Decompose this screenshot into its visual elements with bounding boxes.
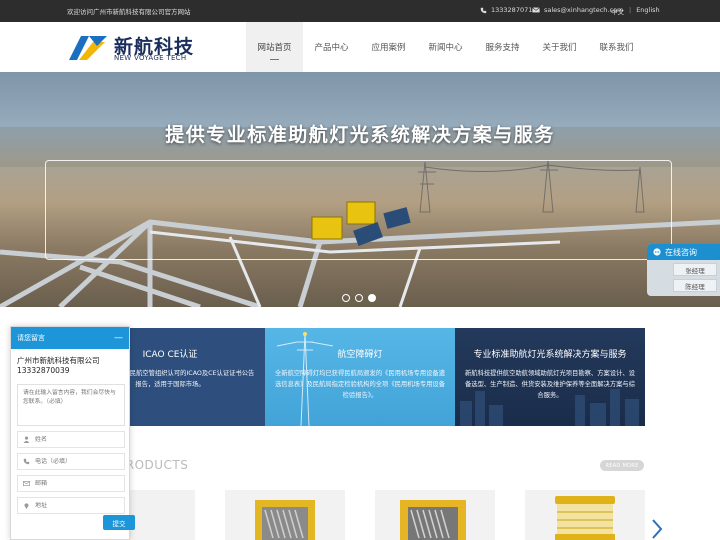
topbar-email[interactable]: sales@xinhangtech.com <box>532 6 623 14</box>
email-field[interactable] <box>17 475 125 492</box>
city-skyline-graphic <box>460 389 639 426</box>
location-pin-icon <box>24 503 29 509</box>
lang-english[interactable]: English <box>636 6 659 16</box>
manager-zhang-button[interactable]: 张经理 <box>673 263 717 276</box>
nav-item-7[interactable]: 联系我们 <box>588 22 645 72</box>
logo-name-en: NEW VOYAGE TECH <box>114 54 187 62</box>
nav-item-6[interactable]: 关于我们 <box>531 22 588 72</box>
feature-title: 专业标准助航灯光系统解决方案与服务 <box>473 350 627 360</box>
nav-item-4[interactable]: 新闻中心 <box>417 22 474 72</box>
nav-item-1[interactable]: 网站首页 <box>246 22 303 72</box>
slider-dot[interactable] <box>355 294 363 302</box>
name-input[interactable] <box>35 436 115 443</box>
main-nav: 网站首页 产品中心 应用案例 新闻中心 服务支持 关于我们 联系我们 <box>246 22 645 72</box>
phone-number: 13332870716 <box>491 6 537 14</box>
phone-input[interactable] <box>35 458 115 465</box>
hero-banner: 提供专业标准助航灯光系统解决方案与服务 <box>0 72 720 307</box>
user-icon <box>23 436 30 443</box>
leave-message-header: 请您留言 — <box>11 327 129 349</box>
chat-bubble-icon <box>653 248 661 256</box>
address-input[interactable] <box>35 502 115 509</box>
mail-icon <box>23 481 30 486</box>
product-image <box>400 500 466 540</box>
chevron-right-icon[interactable] <box>650 518 664 540</box>
product-image <box>555 496 615 540</box>
email-input[interactable] <box>35 480 115 487</box>
read-more-button[interactable]: READ MORE <box>600 460 644 471</box>
slider-dot[interactable] <box>342 294 350 302</box>
phone-icon <box>480 7 487 13</box>
phone-icon <box>23 458 30 465</box>
lang-separator: | <box>629 6 632 14</box>
feature-solutions[interactable]: 专业标准助航灯光系统解决方案与服务 新航科技提供航空助航领域助航灯光项目勘察、方… <box>455 328 645 426</box>
mail-icon <box>532 7 540 13</box>
minimize-icon[interactable]: — <box>114 333 123 343</box>
product-card[interactable] <box>525 490 645 540</box>
online-consult-panel: 在线咨询 张经理 陈经理 <box>647 244 720 296</box>
nav-item-3[interactable]: 应用案例 <box>360 22 417 72</box>
slider-dots <box>342 294 376 302</box>
company-phone: 13332870039 <box>17 366 70 375</box>
tower-silhouette-icon <box>276 332 334 426</box>
product-card[interactable] <box>225 490 345 540</box>
address-field[interactable] <box>17 497 125 514</box>
nav-item-2[interactable]: 产品中心 <box>303 22 360 72</box>
phone-field[interactable] <box>17 453 125 470</box>
feature-panels: ICAO CE认证 我司产品均通过民航空管组织认可的ICAO及CE认证证书公告报… <box>75 328 645 426</box>
nav-item-5[interactable]: 服务支持 <box>474 22 531 72</box>
slider-dot-active[interactable] <box>368 294 376 302</box>
name-field[interactable] <box>17 431 125 448</box>
message-content-input[interactable] <box>17 384 125 426</box>
feature-obstruction-light[interactable]: 航空障碍灯 全新航空障碍灯均已获得民航局颁发的《民用机场专用设备遴选信息表》及民… <box>265 328 455 426</box>
banner-title: 提供专业标准助航灯光系统解决方案与服务 <box>165 124 555 146</box>
product-image <box>255 500 315 540</box>
leave-message-title: 请您留言 <box>17 334 45 342</box>
manager-chen-button[interactable]: 陈经理 <box>673 279 717 292</box>
online-consult-title: 在线咨询 <box>665 247 697 257</box>
banner-frame <box>45 160 672 260</box>
company-info: 广州市新航科技有限公司 13332870039 <box>17 356 129 376</box>
language-switch: 中文 | English <box>611 6 660 16</box>
online-consult-header[interactable]: 在线咨询 <box>647 244 720 260</box>
site-logo[interactable]: 新航科技 NEW VOYAGE TECH <box>67 30 197 66</box>
leave-message-panel: 请您留言 — 广州市新航科技有限公司 13332870039 提交 <box>10 326 135 540</box>
product-card[interactable] <box>375 490 495 540</box>
submit-button[interactable]: 提交 <box>103 515 135 530</box>
top-bar: 欢迎访问广州市新航科技有限公司官方网站 13332870716 sales@xi… <box>0 0 720 22</box>
company-name: 广州市新航科技有限公司 <box>17 356 100 365</box>
lang-chinese[interactable]: 中文 <box>611 6 624 16</box>
topbar-phone[interactable]: 13332870716 <box>480 6 537 14</box>
site-header: 新航科技 NEW VOYAGE TECH 网站首页 产品中心 应用案例 新闻中心 服务支… <box>0 22 720 72</box>
welcome-text: 欢迎访问广州市新航科技有限公司官方网站 <box>67 8 191 16</box>
logo-mark-icon <box>69 36 107 60</box>
